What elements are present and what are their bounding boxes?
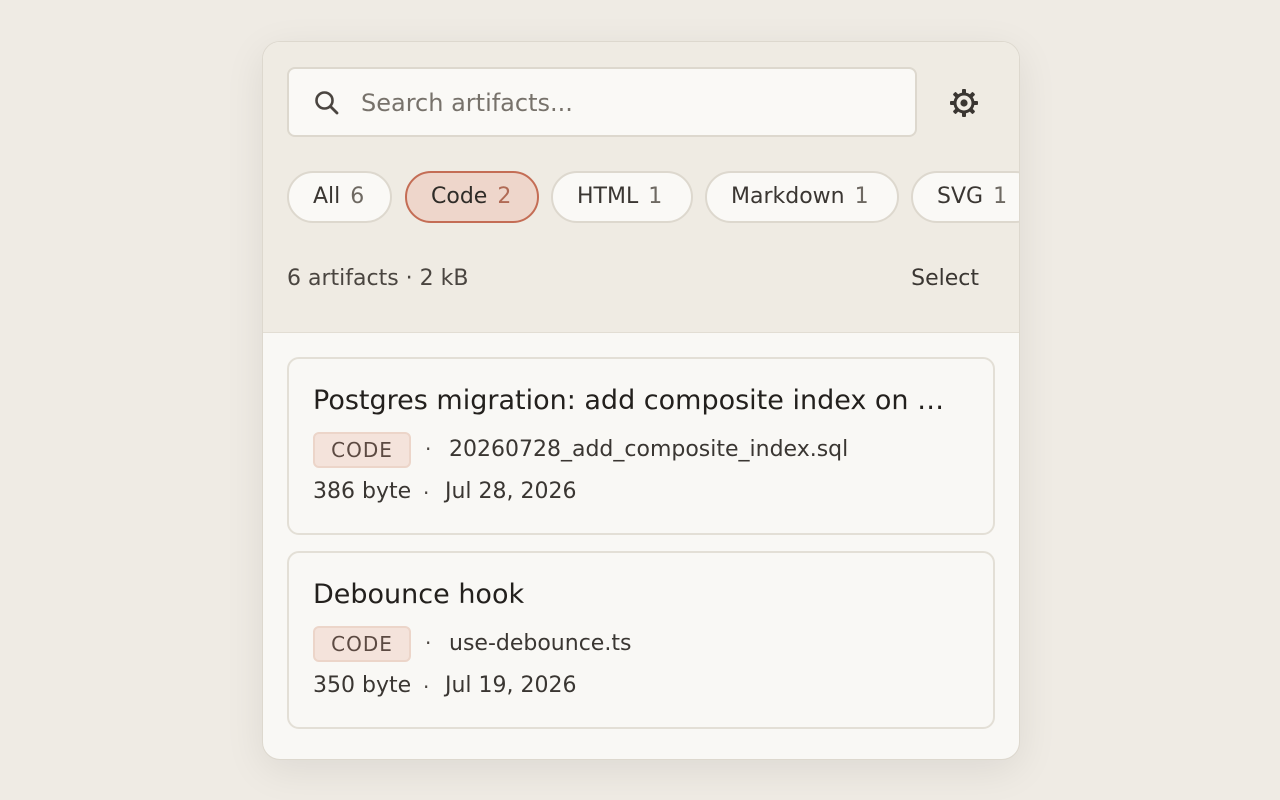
panel-header: All 6 Code 2 HTML 1 Markdown 1 SVG 1 6 artifa… (263, 42, 1019, 333)
artifact-date: Jul 19, 2026 (445, 673, 577, 698)
artifact-size: 386 byte (313, 479, 412, 504)
search-input[interactable] (361, 81, 901, 125)
filter-chip-code[interactable]: Code 2 (405, 171, 539, 223)
chip-label: All (313, 184, 341, 209)
search-icon (315, 91, 339, 115)
artifact-title: Postgres migration: add composite index … (313, 385, 953, 416)
filter-chip-all[interactable]: All 6 (287, 171, 392, 223)
artifact-date: Jul 28, 2026 (445, 479, 577, 504)
artifact-summary: 6 artifacts · 2 kB (287, 266, 469, 291)
select-button[interactable]: Select (911, 266, 979, 291)
artifact-filename: use-debounce.ts (449, 631, 632, 656)
separator: · (425, 437, 432, 461)
filter-chip-markdown[interactable]: Markdown 1 (705, 171, 899, 223)
artifact-size: 350 byte (313, 673, 412, 698)
chip-label: Code (431, 184, 488, 209)
chip-count: 1 (854, 184, 869, 209)
filter-chips: All 6 Code 2 HTML 1 Markdown 1 SVG 1 (287, 171, 1019, 225)
type-badge: CODE (313, 626, 411, 662)
chip-label: Markdown (731, 184, 845, 209)
filter-chip-svg[interactable]: SVG 1 (911, 171, 1019, 223)
search-box[interactable] (287, 67, 917, 137)
chip-count: 2 (497, 184, 512, 209)
artifacts-panel: All 6 Code 2 HTML 1 Markdown 1 SVG 1 6 artifa… (262, 41, 1020, 760)
artifact-card[interactable]: Debounce hook CODE · use-debounce.ts 350… (287, 551, 995, 729)
filter-chip-html[interactable]: HTML 1 (551, 171, 693, 223)
artifact-title: Debounce hook (313, 579, 525, 610)
artifact-filename: 20260728_add_composite_index.sql (449, 437, 849, 462)
artifact-card[interactable]: Postgres migration: add composite index … (287, 357, 995, 535)
chip-count: 1 (648, 184, 663, 209)
chip-label: SVG (937, 184, 984, 209)
chip-count: 1 (993, 184, 1008, 209)
separator: · (425, 631, 432, 655)
separator: · (423, 675, 430, 699)
separator: · (423, 481, 430, 505)
gear-icon[interactable] (947, 86, 981, 120)
chip-count: 6 (350, 184, 365, 209)
chip-label: HTML (577, 184, 639, 209)
type-badge: CODE (313, 432, 411, 468)
